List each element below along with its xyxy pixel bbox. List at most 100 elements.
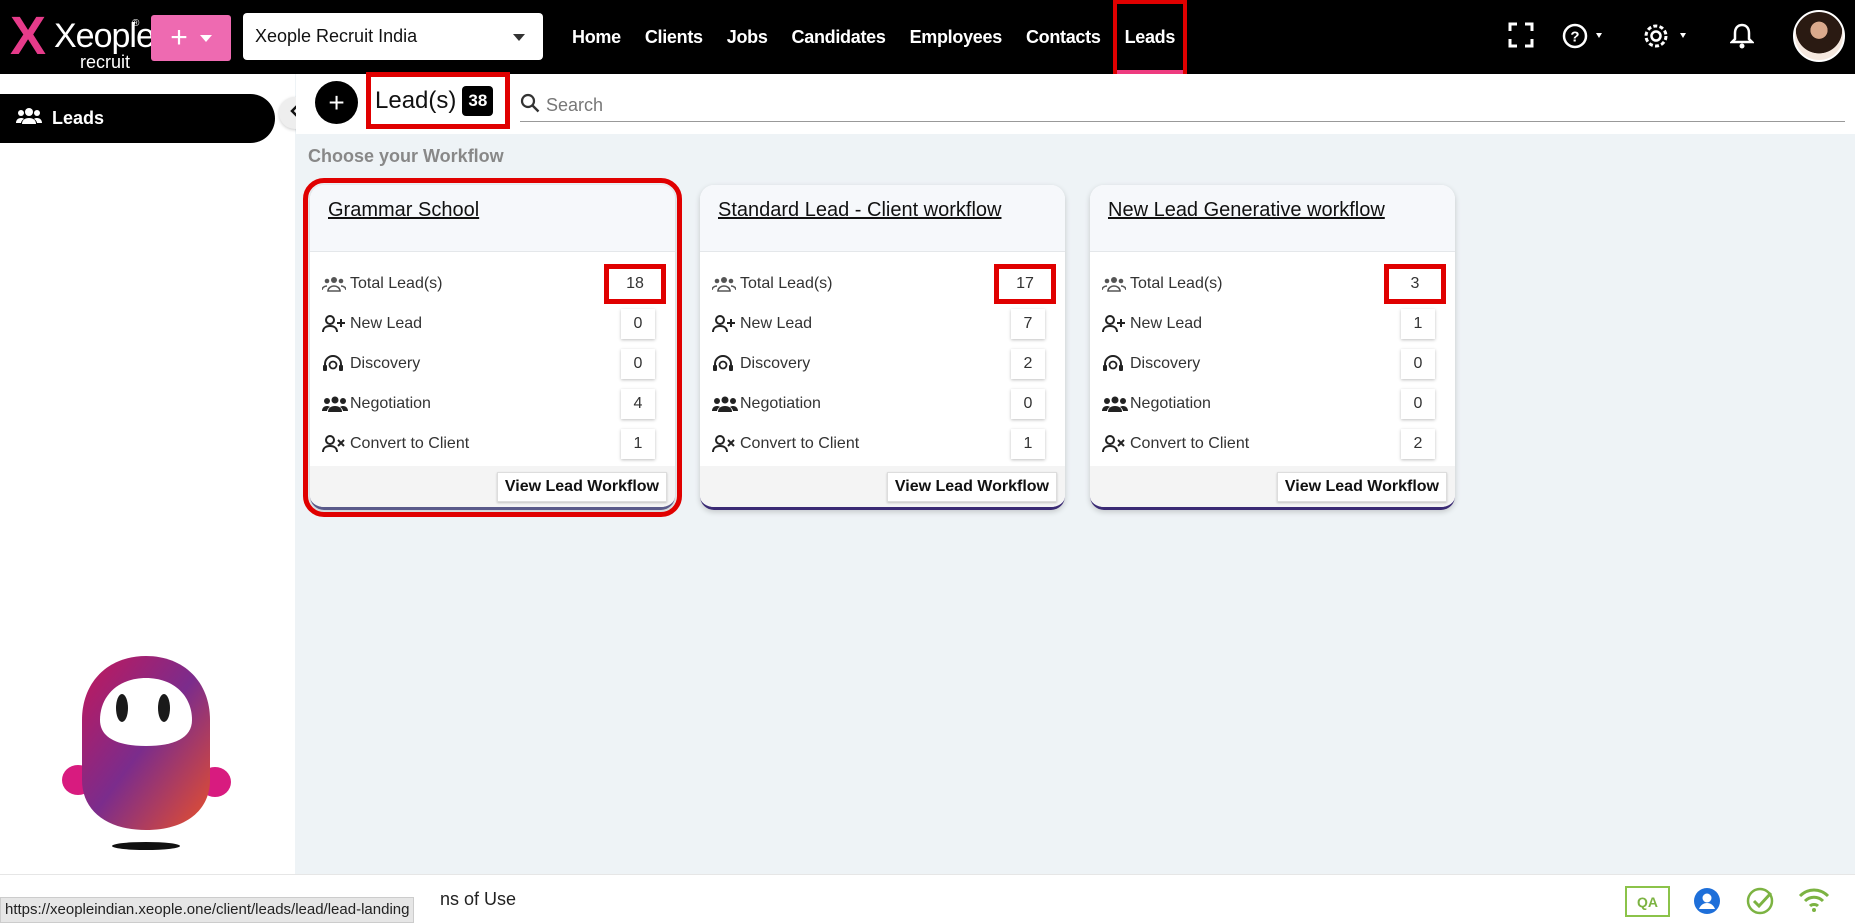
leads-count-badge: 38 xyxy=(462,85,494,116)
settings-gear-icon[interactable] xyxy=(1643,22,1693,55)
workflow-card-header: Standard Lead - Client workflow xyxy=(700,185,1065,252)
user-remove-icon xyxy=(712,435,740,453)
user-avatar[interactable] xyxy=(1793,10,1845,62)
stage-row-new-lead: New Lead 0 xyxy=(322,304,663,344)
workflow-title-link[interactable]: New Lead Generative workflow xyxy=(1108,199,1385,221)
caret-down-icon xyxy=(513,34,525,41)
view-lead-workflow-button[interactable]: View Lead Workflow xyxy=(1276,472,1447,502)
stage-row-negotiation: Negotiation 4 xyxy=(322,384,663,424)
main-nav: Home Clients Jobs Candidates Employees C… xyxy=(560,0,1188,74)
stage-count: 4 xyxy=(621,389,655,419)
sidebar-item-label: Leads xyxy=(52,108,105,128)
stage-label: New Lead xyxy=(350,315,423,332)
stage-label: Convert to Client xyxy=(350,435,470,452)
workflow-stage-list: Total Lead(s) 18 New Lead 0 Discovery 0 Negoti… xyxy=(310,252,675,464)
stage-row-convert-to-client: Convert to Client 1 xyxy=(712,424,1053,464)
fullscreen-icon[interactable] xyxy=(1508,22,1534,53)
company-select[interactable]: Xeople Recruit India xyxy=(243,13,543,60)
users-group-icon xyxy=(16,107,42,130)
workflow-card: Grammar School Total Lead(s) 18 New Lead 0 Di… xyxy=(303,178,682,517)
headset-icon xyxy=(1102,354,1130,374)
mascot-image xyxy=(62,656,231,850)
handshake-icon xyxy=(712,395,740,413)
user-plus-icon xyxy=(322,315,350,333)
sidebar-item-leads[interactable]: Leads xyxy=(0,94,275,143)
stage-row-convert-to-client: Convert to Client 1 xyxy=(322,424,663,464)
stage-label: Convert to Client xyxy=(740,435,860,452)
stage-count: 7 xyxy=(1011,309,1045,339)
stage-row-total-leads: Total Lead(s) 3 xyxy=(1102,264,1446,304)
stage-count: 1 xyxy=(621,429,655,459)
stage-row-discovery: Discovery 0 xyxy=(322,344,663,384)
company-select-value: Xeople Recruit India xyxy=(255,26,418,46)
stage-count: 2 xyxy=(1401,429,1435,459)
nav-contacts[interactable]: Contacts xyxy=(1014,0,1113,74)
logo-sub: recruit xyxy=(80,52,131,72)
user-plus-icon xyxy=(1102,315,1130,333)
stage-label: New Lead xyxy=(740,315,813,332)
stage-row-negotiation: Negotiation 0 xyxy=(1102,384,1443,424)
nav-clients[interactable]: Clients xyxy=(633,0,715,74)
terms-of-use-link[interactable]: ns of Use xyxy=(440,889,516,910)
stage-label: Discovery xyxy=(350,355,421,372)
stage-label: Total Lead(s) xyxy=(350,275,443,292)
nav-jobs[interactable]: Jobs xyxy=(715,0,780,74)
headset-icon xyxy=(712,354,740,374)
stage-count: 3 xyxy=(1384,264,1446,304)
nav-leads[interactable]: Leads xyxy=(1112,0,1188,74)
stage-row-discovery: Discovery 0 xyxy=(1102,344,1443,384)
help-icon[interactable]: ? xyxy=(1562,22,1608,55)
workflow-stage-list: Total Lead(s) 3 New Lead 1 Discovery 0 Negotia… xyxy=(1090,252,1455,464)
stage-label: Negotiation xyxy=(740,395,821,412)
check-circle-icon[interactable] xyxy=(1746,887,1776,920)
workflow-title-link[interactable]: Standard Lead - Client workflow xyxy=(718,199,1001,221)
handshake-icon xyxy=(322,395,350,413)
stage-row-negotiation: Negotiation 0 xyxy=(712,384,1053,424)
footer: ns of Use https://xeopleindian.xeople.on… xyxy=(0,874,1855,924)
total-leads-icon xyxy=(322,276,350,292)
sidebar: Leads xyxy=(0,74,295,874)
search-input[interactable] xyxy=(546,95,1826,116)
workflow-card: Standard Lead - Client workflow Total Lea… xyxy=(700,185,1065,510)
headset-icon xyxy=(322,354,350,374)
stage-label: Discovery xyxy=(740,355,811,372)
plus-icon: + xyxy=(328,86,345,118)
svg-text:?: ? xyxy=(1570,29,1579,46)
top-navbar: X Xeople ® recruit + Xeople Recruit Indi… xyxy=(0,0,1855,74)
workflow-title-link[interactable]: Grammar School xyxy=(328,199,479,221)
workflow-card-footer: View Lead Workflow xyxy=(700,466,1065,507)
env-badge: QA xyxy=(1625,886,1670,917)
nav-employees[interactable]: Employees xyxy=(898,0,1014,74)
view-lead-workflow-button[interactable]: View Lead Workflow xyxy=(886,472,1057,502)
user-plus-icon xyxy=(712,315,740,333)
view-lead-workflow-button[interactable]: View Lead Workflow xyxy=(496,472,667,502)
total-leads-icon xyxy=(712,276,740,292)
search-bar xyxy=(520,90,1845,122)
quick-add-button[interactable]: + xyxy=(151,15,231,61)
stage-row-total-leads: Total Lead(s) 17 xyxy=(712,264,1056,304)
notification-bell-icon[interactable] xyxy=(1728,22,1756,55)
workflow-stage-list: Total Lead(s) 17 New Lead 7 Discovery 2 Negoti… xyxy=(700,252,1065,464)
stage-row-convert-to-client: Convert to Client 2 xyxy=(1102,424,1443,464)
stage-count: 0 xyxy=(621,349,655,379)
nav-home[interactable]: Home xyxy=(560,0,633,74)
stage-count: 0 xyxy=(1011,389,1045,419)
xeople-logo[interactable]: X Xeople ® recruit xyxy=(8,4,155,72)
stage-label: Negotiation xyxy=(1130,395,1211,412)
stage-row-new-lead: New Lead 7 xyxy=(712,304,1053,344)
user-remove-icon xyxy=(322,435,350,453)
workflow-card-header: New Lead Generative workflow xyxy=(1090,185,1455,252)
wifi-icon xyxy=(1798,887,1830,918)
handshake-icon xyxy=(1102,395,1130,413)
page-title: Lead(s) xyxy=(375,86,457,114)
nav-candidates[interactable]: Candidates xyxy=(780,0,898,74)
workflow-card-footer: View Lead Workflow xyxy=(310,466,675,507)
stage-label: Total Lead(s) xyxy=(1130,275,1223,292)
stage-count: 2 xyxy=(1011,349,1045,379)
user-circle-icon[interactable] xyxy=(1693,887,1721,920)
total-leads-icon xyxy=(1102,276,1130,292)
search-icon xyxy=(520,93,540,118)
workflow-card: New Lead Generative workflow Total Lead(s… xyxy=(1090,185,1455,510)
section-label: Choose your Workflow xyxy=(308,146,504,166)
add-lead-button[interactable]: + xyxy=(315,81,358,124)
